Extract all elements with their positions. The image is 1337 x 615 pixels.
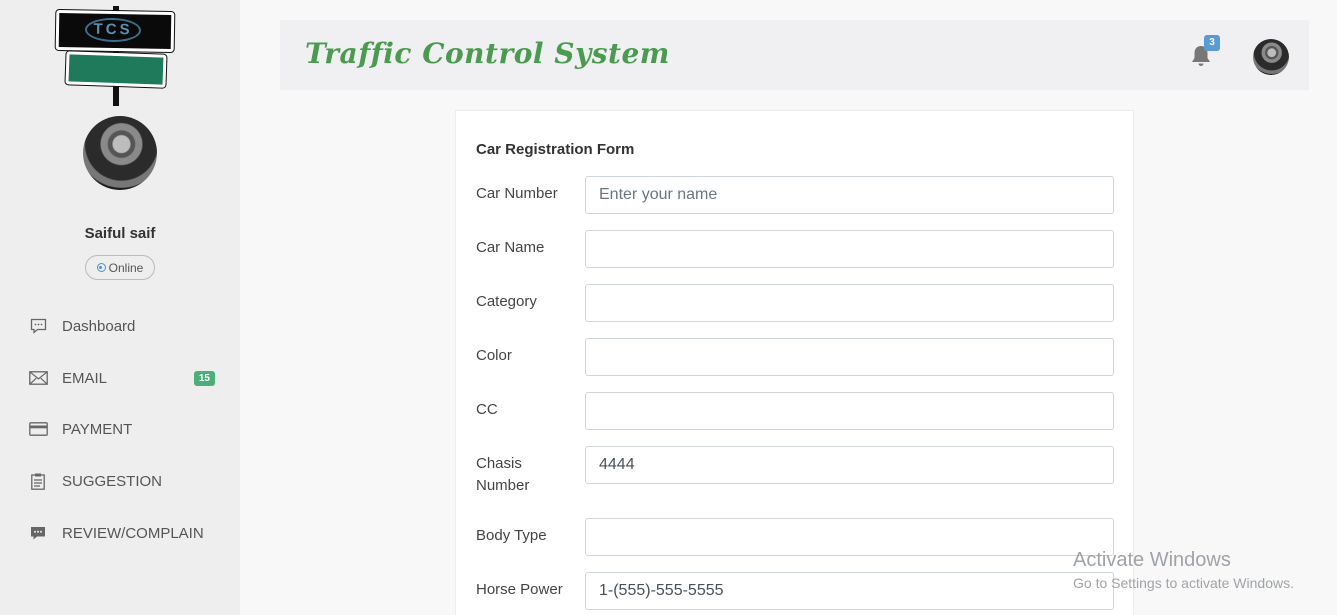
cc-input[interactable] (585, 392, 1114, 430)
logo-text: TCS (84, 17, 142, 43)
watermark-subtitle: Go to Settings to activate Windows. (1073, 575, 1294, 591)
color-input[interactable] (585, 338, 1114, 376)
status-badge: Online (85, 255, 155, 280)
color-label: Color (476, 347, 512, 364)
credit-card-icon (28, 419, 48, 439)
mail-icon (28, 368, 48, 388)
car-registration-card: Car Registration Form Car Number Car Nam… (455, 110, 1134, 615)
tcs-logo: TCS (54, 6, 178, 106)
sidebar-item-label: PAYMENT (62, 420, 133, 438)
sidebar-item-payment[interactable]: PAYMENT (28, 416, 220, 442)
windows-activation-watermark: Activate Windows Go to Settings to activ… (1073, 549, 1294, 591)
header-bar: Traffic Control System 3 (280, 20, 1309, 90)
sidebar-item-suggestion[interactable]: SUGGESTION (28, 468, 220, 494)
body-type-label: Body Type (476, 527, 547, 544)
watermark-title: Activate Windows (1073, 549, 1231, 571)
profile-name: Saiful saif (84, 225, 156, 242)
chat-icon (28, 316, 48, 336)
body-type-input[interactable] (585, 518, 1114, 556)
car-number-input[interactable] (585, 176, 1114, 214)
sidebar-item-email[interactable]: EMAIL 15 (28, 365, 220, 391)
car-name-label: Car Name (476, 239, 545, 256)
notification-badge: 3 (1204, 35, 1220, 51)
clipboard-icon (28, 471, 48, 491)
profile-avatar (83, 116, 157, 190)
sidebar-item-label: REVIEW/COMPLAIN (62, 524, 204, 542)
status-text: Online (108, 260, 144, 275)
chasis-number-label: Chasis Number (476, 455, 530, 494)
sidebar-item-label: EMAIL (62, 369, 108, 387)
horse-power-label: Horse Power (476, 581, 563, 598)
sidebar: TCS Saiful saif Online Dashboard EMAIL 1… (0, 0, 240, 615)
car-name-input[interactable] (585, 230, 1114, 268)
app-title: Traffic Control System (305, 37, 670, 70)
horse-power-input[interactable] (585, 572, 1114, 610)
email-count-badge: 15 (193, 371, 215, 386)
category-input[interactable] (585, 284, 1114, 322)
sidebar-item-label: SUGGESTION (62, 472, 163, 490)
sidebar-item-dashboard[interactable]: Dashboard (28, 313, 220, 339)
comment-icon (28, 523, 48, 543)
cc-label: CC (476, 401, 498, 418)
online-dot-icon (96, 263, 106, 272)
form-title: Car Registration Form (476, 141, 635, 158)
sidebar-item-review-complain[interactable]: REVIEW/COMPLAIN (28, 520, 220, 546)
car-number-label: Car Number (476, 185, 558, 202)
user-avatar[interactable] (1253, 39, 1289, 75)
sidebar-item-label: Dashboard (62, 317, 136, 335)
category-label: Category (476, 293, 537, 310)
chasis-number-input[interactable] (585, 446, 1114, 484)
